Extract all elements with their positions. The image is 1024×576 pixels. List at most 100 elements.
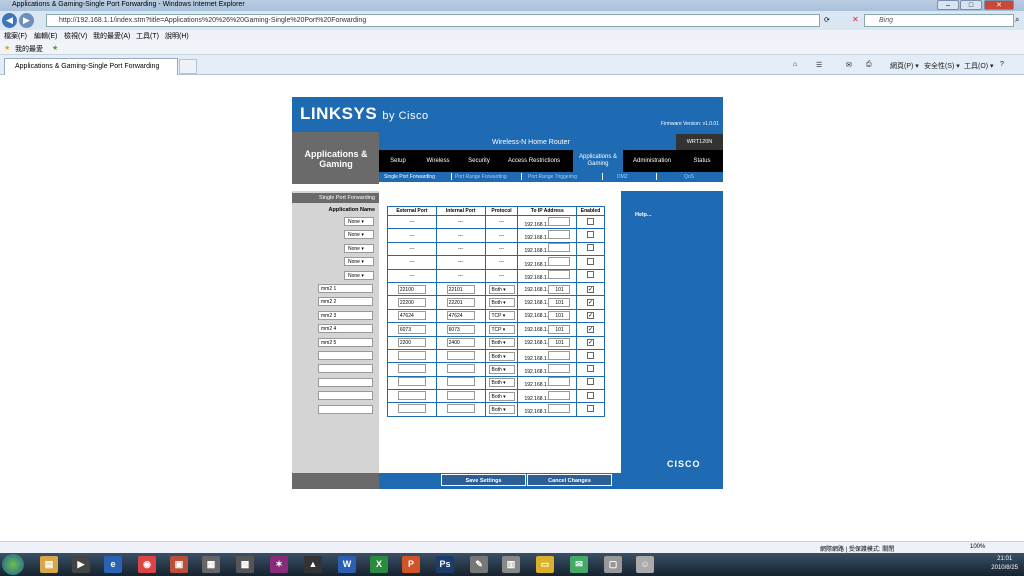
- tools-menu[interactable]: 工具(O) ▾: [964, 61, 994, 71]
- powerpoint-icon[interactable]: P: [402, 556, 420, 573]
- external-port-input[interactable]: [397, 363, 426, 373]
- internal-port-input[interactable]: 22201: [446, 298, 475, 308]
- external-port-input[interactable]: 6073: [397, 324, 426, 334]
- external-port-input[interactable]: 22100: [397, 284, 426, 294]
- stop-icon[interactable]: ✕: [852, 15, 859, 24]
- protocol-select[interactable]: Both ▾: [488, 338, 515, 348]
- subtab-qos[interactable]: QoS: [684, 174, 694, 180]
- enabled-checkbox[interactable]: [587, 257, 595, 265]
- protocol-select[interactable]: Both ▾: [488, 284, 515, 294]
- explorer-icon[interactable]: ▤: [40, 556, 58, 573]
- protocol-select[interactable]: TCP ▾: [488, 311, 515, 321]
- external-port-input[interactable]: [397, 350, 426, 360]
- clock[interactable]: 21:01 2010/8/25: [991, 555, 1018, 573]
- ip-last-octet-input[interactable]: [548, 350, 571, 360]
- ip-last-octet-input[interactable]: [548, 230, 571, 240]
- internal-port-input[interactable]: [446, 350, 475, 360]
- ip-last-octet-input[interactable]: 101: [548, 298, 571, 308]
- app-icon[interactable]: ✎: [470, 556, 488, 573]
- minimize-button[interactable]: –: [937, 0, 959, 10]
- folder-icon[interactable]: ▭: [536, 556, 554, 573]
- menu-file[interactable]: 檔案(F): [4, 31, 27, 41]
- application-select[interactable]: None ▾: [344, 230, 374, 240]
- media-icon[interactable]: ▶: [72, 556, 90, 573]
- ip-last-octet-input[interactable]: [548, 243, 571, 253]
- protocol-select[interactable]: Both ▾: [488, 378, 515, 388]
- page-menu[interactable]: 網頁(P) ▾: [890, 61, 919, 71]
- protocol-select[interactable]: Both ▾: [488, 405, 515, 415]
- menu-favorites[interactable]: 我的最愛(A): [93, 31, 130, 41]
- save-settings-button[interactable]: Save Settings: [441, 474, 526, 486]
- menu-help[interactable]: 說明(H): [165, 31, 189, 41]
- app-icon[interactable]: ▩: [236, 556, 254, 573]
- forward-icon[interactable]: ▶: [19, 13, 34, 28]
- tab-access-restrictions[interactable]: Access Restrictions: [499, 150, 569, 172]
- ip-last-octet-input[interactable]: 101: [548, 324, 571, 334]
- url-input[interactable]: http://192.168.1.1/index.stm?title=Appli…: [46, 14, 820, 27]
- external-port-input[interactable]: 22200: [397, 298, 426, 308]
- word-icon[interactable]: W: [338, 556, 356, 573]
- ip-last-octet-input[interactable]: [548, 404, 571, 414]
- favorites-button[interactable]: 我的最愛: [15, 44, 43, 54]
- enabled-checkbox[interactable]: [587, 364, 595, 372]
- external-port-input[interactable]: 47624: [397, 311, 426, 321]
- application-name-input[interactable]: [318, 404, 373, 414]
- app-icon[interactable]: ▢: [604, 556, 622, 573]
- tab-security[interactable]: Security: [459, 150, 499, 172]
- enabled-checkbox[interactable]: ✓: [587, 299, 595, 307]
- print-icon[interactable]: ⎙: [866, 61, 872, 69]
- application-select[interactable]: None ▾: [344, 270, 374, 280]
- refresh-icon[interactable]: ⟳: [824, 16, 830, 24]
- tab-administration[interactable]: Administration: [623, 150, 681, 172]
- menu-tools[interactable]: 工具(T): [136, 31, 159, 41]
- photoshop-icon[interactable]: Ps: [436, 556, 454, 573]
- application-name-input[interactable]: [318, 391, 373, 401]
- feeds-icon[interactable]: ☰: [816, 61, 822, 69]
- enabled-checkbox[interactable]: [587, 351, 595, 359]
- tab-current[interactable]: Applications & Gaming-Single Port Forwar…: [4, 58, 178, 75]
- mail-icon[interactable]: ✉: [846, 61, 852, 69]
- add-favorite-icon[interactable]: ★: [52, 44, 58, 52]
- external-port-input[interactable]: [397, 377, 426, 387]
- chrome-icon[interactable]: ◉: [138, 556, 156, 573]
- application-name-input[interactable]: mm2 4: [318, 324, 373, 334]
- app-icon[interactable]: ☺: [636, 556, 654, 573]
- ip-last-octet-input[interactable]: [548, 216, 571, 226]
- internal-port-input[interactable]: [446, 363, 475, 373]
- zoom-level[interactable]: 100%: [970, 544, 985, 550]
- application-name-input[interactable]: [318, 364, 373, 374]
- internal-port-input[interactable]: 2400: [446, 338, 475, 348]
- enabled-checkbox[interactable]: [587, 391, 595, 399]
- enabled-checkbox[interactable]: [587, 405, 595, 413]
- start-button[interactable]: [2, 554, 24, 575]
- maximize-button[interactable]: □: [960, 0, 982, 10]
- subtab-port-range[interactable]: Port Range Forwarding: [455, 174, 507, 180]
- cancel-changes-button[interactable]: Cancel Changes: [527, 474, 612, 486]
- application-name-input[interactable]: mm2 5: [318, 337, 373, 347]
- search-input[interactable]: Bing: [864, 14, 1014, 27]
- subtab-port-triggering[interactable]: Port Range Triggering: [528, 174, 577, 180]
- close-button[interactable]: ✕: [984, 0, 1014, 10]
- menu-view[interactable]: 檢視(V): [64, 31, 87, 41]
- search-icon[interactable]: ⌕: [1015, 15, 1019, 25]
- application-name-input[interactable]: mm2 3: [318, 310, 373, 320]
- protocol-select[interactable]: Both ▾: [488, 391, 515, 401]
- application-name-input[interactable]: [318, 351, 373, 360]
- protocol-select[interactable]: Both ▾: [488, 364, 515, 374]
- application-select[interactable]: None ▾: [344, 257, 374, 267]
- tab-setup[interactable]: Setup: [379, 150, 417, 172]
- enabled-checkbox[interactable]: [587, 378, 595, 386]
- enabled-checkbox[interactable]: ✓: [587, 339, 595, 347]
- enabled-checkbox[interactable]: ✓: [587, 285, 595, 293]
- tab-applications-gaming[interactable]: Applications & Gaming: [573, 150, 623, 172]
- subtab-single-port[interactable]: Single Port Forwarding: [384, 174, 435, 180]
- subtab-dmz[interactable]: DMZ: [617, 174, 628, 180]
- ip-last-octet-input[interactable]: 101: [548, 284, 571, 294]
- ip-last-octet-input[interactable]: 101: [548, 338, 571, 348]
- application-name-input[interactable]: mm2 1: [318, 284, 373, 293]
- enabled-checkbox[interactable]: [587, 231, 595, 239]
- enabled-checkbox[interactable]: [587, 244, 595, 252]
- app-icon[interactable]: ▲: [304, 556, 322, 573]
- tab-status[interactable]: Status: [681, 150, 723, 172]
- help-menu[interactable]: ?: [1000, 61, 1004, 68]
